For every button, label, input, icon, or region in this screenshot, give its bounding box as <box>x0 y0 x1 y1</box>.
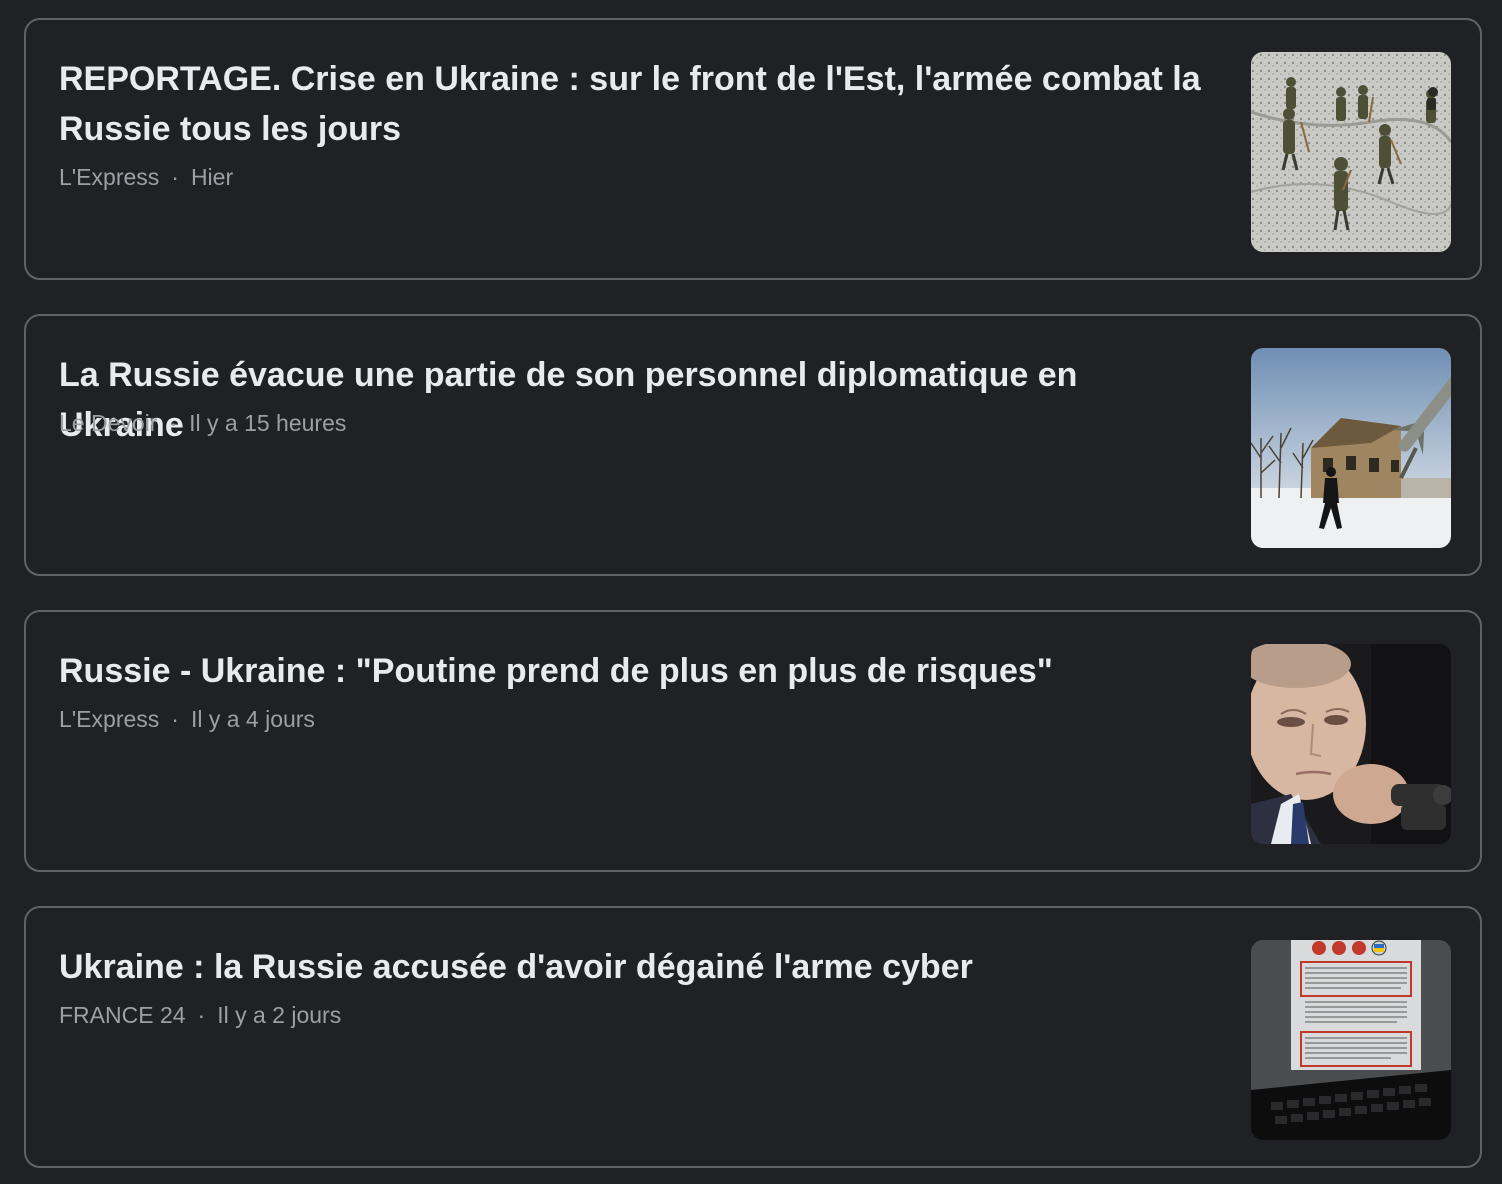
news-feed: REPORTAGE. Crise en Ukraine : sur le fro… <box>0 0 1502 1184</box>
article-meta: FRANCE 24 · Il y a 2 jours <box>59 1000 341 1030</box>
article-time: Hier <box>190 164 234 190</box>
soldiers-in-snow-photo[interactable] <box>1251 52 1451 252</box>
article-source: Le Devoir <box>59 410 158 436</box>
laptop-hacked-screen-photo[interactable] <box>1251 940 1451 1140</box>
article-meta: L'Express · Il y a 4 jours <box>59 704 315 734</box>
article-source: L'Express <box>59 706 160 732</box>
article-source: L'Express <box>59 164 160 190</box>
article-time: Il y a 15 heures <box>189 410 347 436</box>
portrait-with-binoculars-photo[interactable] <box>1251 644 1451 844</box>
article-time: Il y a 4 jours <box>190 706 315 732</box>
ruined-building-missile-photo[interactable] <box>1251 348 1451 548</box>
article-card[interactable]: REPORTAGE. Crise en Ukraine : sur le fro… <box>24 18 1482 280</box>
article-headline[interactable]: Russie - Ukraine : "Poutine prend de plu… <box>59 646 1209 696</box>
article-source: FRANCE 24 <box>59 1002 186 1028</box>
meta-separator: · <box>171 706 179 732</box>
article-headline[interactable]: REPORTAGE. Crise en Ukraine : sur le fro… <box>59 54 1209 154</box>
meta-separator: · <box>197 1002 206 1028</box>
article-card[interactable]: Russie - Ukraine : "Poutine prend de plu… <box>24 610 1482 872</box>
article-card[interactable]: Ukraine : la Russie accusée d'avoir déga… <box>24 906 1482 1168</box>
article-meta: Le Devoir · Il y a 15 heures <box>59 408 346 438</box>
article-time: Il y a 2 jours <box>217 1002 342 1028</box>
article-card[interactable]: La Russie évacue une partie de son perso… <box>24 314 1482 576</box>
meta-separator: · <box>171 164 179 190</box>
article-meta: L'Express · Hier <box>59 162 233 192</box>
meta-separator: · <box>169 410 178 436</box>
article-headline[interactable]: Ukraine : la Russie accusée d'avoir déga… <box>59 942 1209 992</box>
